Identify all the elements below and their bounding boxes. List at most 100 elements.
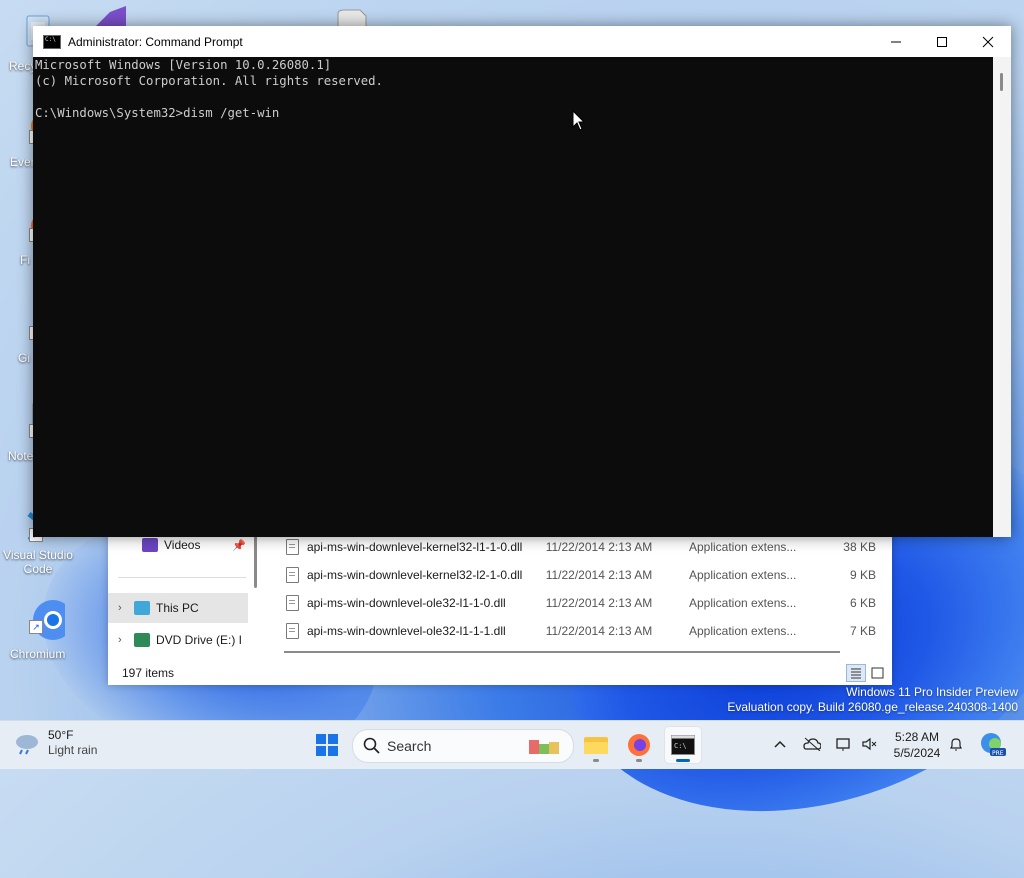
file-row[interactable]: api-ms-win-downlevel-ole32-l1-1-0.dll 11… [286,589,876,617]
notification-bell-icon[interactable] [947,735,965,753]
taskbar-firefox[interactable] [621,727,657,763]
weather-condition: Light rain [48,743,98,757]
horizontal-scrollbar[interactable] [284,651,840,653]
maximize-icon [937,36,947,47]
mouse-cursor-icon [572,110,586,131]
watermark-line: Evaluation copy. Build 26080.ge_release.… [727,700,1018,714]
desktop-file-icon[interactable] [334,8,368,29]
status-bar-item-count: 197 items [122,666,175,680]
window-title: Administrator: Command Prompt [68,34,243,49]
command-prompt-icon: C:\ [671,735,695,755]
file-size: 6 KB [849,596,876,610]
desktop-icon-chromium[interactable]: ↗ Chromium [2,598,73,661]
weather-widget[interactable]: 50°F Light rain [14,728,97,758]
desktop-icon-label: Note [8,449,34,463]
dvd-drive-icon [134,633,150,647]
console-line-empty: ​ [35,89,995,105]
copilot-preview-icon[interactable]: PRE [980,732,1006,758]
close-icon [982,36,994,47]
console-line: (c) Microsoft Corporation. All rights re… [35,74,383,88]
windows-logo-icon [316,734,338,756]
nav-item-this-pc[interactable]: › This PC [108,593,248,623]
desktop-icon-label: Gi [18,351,30,365]
dll-file-icon [286,539,299,555]
running-indicator [636,759,642,762]
desktop-icon-label: Visual Studio Code [3,548,73,576]
volume-muted-icon[interactable] [860,735,878,753]
nav-item-label: This PC [156,601,199,615]
taskbar-file-explorer[interactable] [578,727,614,763]
file-size: 7 KB [849,624,876,638]
this-pc-icon [134,601,150,615]
rain-cloud-icon [16,735,38,755]
start-button[interactable] [309,727,345,763]
file-row[interactable]: api-ms-win-downlevel-kernel32-l2-1-0.dll… [286,561,876,589]
cmd-app-icon [43,34,61,49]
file-name: api-ms-win-downlevel-kernel32-l2-1-0.dll [306,568,523,582]
desktop-icon-label: Fi [20,253,30,267]
console-line: Microsoft Windows [Version 10.0.26080.1] [35,58,332,72]
file-name: api-ms-win-downlevel-ole32-l1-1-0.dll [306,596,506,610]
running-indicator [593,759,599,762]
nav-scrollbar[interactable] [254,536,257,588]
dll-file-icon [286,623,299,639]
file-date: 11/22/2014 2:13 AM [545,624,653,638]
file-date: 11/22/2014 2:13 AM [545,596,653,610]
file-date: 11/22/2014 2:13 AM [545,540,653,554]
evaluation-watermark: Windows 11 Pro Insider Preview Evaluatio… [727,685,1018,715]
nav-item-label: DVD Drive (E:) IR [156,633,242,647]
file-name: api-ms-win-downlevel-ole32-l1-1-1.dll [306,624,506,638]
chevron-right-icon[interactable]: › [118,634,134,646]
shortcut-arrow-icon: ↗ [29,620,43,634]
console-output[interactable]: Microsoft Windows [Version 10.0.26080.1]… [33,57,995,537]
command-prompt-window[interactable]: Administrator: Command Prompt Microsoft … [33,26,1011,537]
desktop-icon-label: Chromium [10,647,66,661]
watermark-line: Windows 11 Pro Insider Preview [846,685,1018,699]
svg-text:PRE: PRE [992,750,1004,757]
file-explorer-window[interactable]: › Videos 📌 › This PC › DVD Drive (E:) IR… [108,530,892,685]
file-type: Application extens... [688,596,797,610]
file-explorer-icon [584,737,608,754]
scrollbar-thumb[interactable] [1000,73,1003,91]
taskbar[interactable]: 50°F Light rain Search C:\ 5:28 AM 5/5/2… [0,720,1024,769]
clock-time: 5:28 AM [894,730,940,744]
search-label: Search [387,738,432,754]
file-date: 11/22/2014 2:13 AM [545,568,653,582]
large-icons-view-icon [871,667,884,679]
nav-item-dvd-drive[interactable]: › DVD Drive (E:) IR [108,625,248,655]
system-clock[interactable]: 5:28 AM 5/5/2024 [886,729,948,761]
file-row[interactable]: api-ms-win-downlevel-kernel32-l1-1-0.dll… [286,533,876,561]
chromium-icon: ↗ [17,598,73,640]
file-size: 38 KB [843,540,876,554]
taskbar-command-prompt[interactable]: C:\ [665,727,701,763]
console-prompt-line[interactable]: C:\Windows\System32>dism /get-win [35,105,995,121]
chevron-right-icon[interactable]: › [118,602,134,614]
minimize-button[interactable] [873,26,919,57]
search-highlight-icon [529,740,559,754]
videos-folder-icon [142,538,158,552]
nav-item-label: Videos [164,538,201,552]
close-button[interactable] [965,26,1011,57]
search-icon [363,737,380,754]
firefox-icon [628,734,650,756]
network-icon[interactable] [835,735,853,753]
nav-divider [118,577,246,578]
dll-file-icon [286,595,299,611]
navigation-pane[interactable]: › Videos 📌 › This PC › DVD Drive (E:) IR [108,530,257,658]
clock-date: 5/5/2024 [893,746,941,760]
pin-icon: 📌 [232,539,246,552]
taskbar-search-box[interactable]: Search [352,729,574,763]
dll-file-icon [286,567,299,583]
show-hidden-icons-chevron-icon[interactable] [771,735,789,753]
console-scrollbar[interactable] [993,57,1011,537]
cmd-title-bar[interactable]: Administrator: Command Prompt [33,26,1011,57]
file-size: 9 KB [849,568,876,582]
onedrive-icon[interactable] [803,735,821,753]
file-type: Application extens... [688,624,797,638]
large-icons-view-button[interactable] [868,664,888,682]
minimize-icon [891,41,901,42]
maximize-button[interactable] [919,26,965,57]
weather-temperature: 50°F [48,728,74,742]
details-view-button[interactable] [846,664,866,682]
file-row[interactable]: api-ms-win-downlevel-ole32-l1-1-1.dll 11… [286,617,876,645]
